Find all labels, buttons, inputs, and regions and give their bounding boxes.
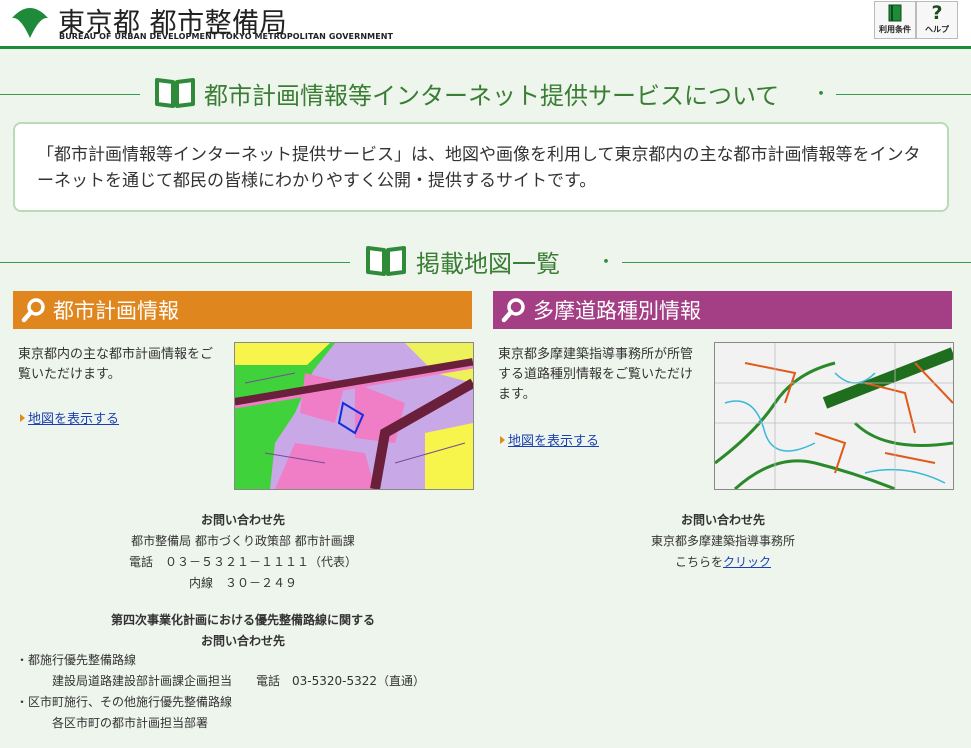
tama-road-map-thumbnail[interactable] (714, 342, 954, 490)
divider-line (836, 94, 971, 95)
about-heading: 都市計画情報等インターネット提供サービスについて (204, 82, 780, 110)
contact-phone: 電話 ０３－５３２１－１１１１（代表） (128, 555, 357, 569)
search-icon (501, 298, 525, 323)
about-text: 「都市計画情報等インターネット提供サービス」は、地図や画像を利用して東京都内の主… (37, 145, 921, 191)
divider-line (622, 262, 971, 263)
city-planning-map-thumbnail[interactable] (234, 342, 474, 490)
maps-heading: 掲載地図一覧 (416, 250, 560, 278)
site-subtitle: BUREAU OF URBAN DEVELOPMENT TOKYO METROP… (59, 32, 394, 41)
site-header: 東京都 都市整備局 BUREAU OF URBAN DEVELOPMENT TO… (0, 0, 971, 46)
divider-line (0, 94, 140, 95)
priority-contact-heading: 第四次事業化計画における優先整備路線に関する お問い合わせ先 (60, 610, 426, 652)
priority-item-2: ・区市町施行、その他施行優先整備路線 (16, 695, 233, 709)
contact-tama-office: お問い合わせ先 東京都多摩建築指導事務所 こちらをクリック (608, 510, 838, 573)
help-label: ヘルプ (925, 25, 949, 34)
tokyo-logo-icon[interactable] (10, 2, 50, 42)
show-map-link[interactable]: 地図を表示する (28, 408, 119, 427)
heading-dot: ・ (812, 84, 830, 105)
heading-dot: ・ (597, 252, 615, 273)
panel-header-city-planning: 都市計画情報 (13, 291, 472, 329)
terms-button[interactable]: 利用条件 (874, 1, 916, 39)
priority-item-1: ・都施行優先整備路線 (16, 653, 137, 667)
panel-description: 東京都多摩建築指導事務所が所管する道路種別情報をご覧いただけます。 (498, 347, 694, 402)
priority-heading-line1: 第四次事業化計画における優先整備路線に関する (110, 613, 375, 627)
divider-line (0, 262, 350, 263)
contact-extension: 内線 ３０－２４９ (188, 576, 297, 590)
contact-office: 東京都多摩建築指導事務所 (650, 534, 795, 548)
search-icon (21, 298, 45, 323)
contact-city-planning: お問い合わせ先 都市整備局 都市づくり政策部 都市計画課 電話 ０３－５３２１－… (100, 510, 386, 594)
contact-heading: お問い合わせ先 (200, 513, 285, 527)
book-icon (875, 2, 915, 24)
priority-item-2-detail: 各区市町の都市計画担当部署 (52, 716, 209, 730)
panel-title: 都市計画情報 (53, 299, 179, 323)
contact-department: 都市整備局 都市づくり政策部 都市計画課 (131, 534, 355, 548)
panel-description: 東京都内の主な都市計画情報をご覧いただけます。 (18, 347, 214, 382)
header-rule (0, 46, 971, 49)
about-box: 「都市計画情報等インターネット提供サービス」は、地図や画像を利用して東京都内の主… (13, 122, 949, 212)
open-book-icon (155, 78, 195, 108)
click-link[interactable]: クリック (723, 555, 771, 569)
priority-item-1-detail: 建設局道路建設部計画課企画担当 電話 03-5320-5322（直通） (52, 674, 426, 688)
link-arrow-icon (20, 414, 25, 422)
question-icon: ? (931, 2, 943, 24)
show-map-link[interactable]: 地図を表示する (508, 430, 599, 449)
panel-header-tama-road: 多摩道路種別情報 (493, 291, 952, 329)
priority-heading-line2: お問い合わせ先 (200, 634, 285, 648)
link-arrow-icon (500, 436, 505, 444)
contact-heading: お問い合わせ先 (680, 513, 765, 527)
help-button[interactable]: ? ヘルプ (916, 1, 958, 39)
terms-label: 利用条件 (879, 25, 911, 34)
panel-title: 多摩道路種別情報 (533, 299, 701, 323)
contact-prefix: こちらを (674, 555, 723, 569)
open-book-icon (366, 246, 406, 276)
